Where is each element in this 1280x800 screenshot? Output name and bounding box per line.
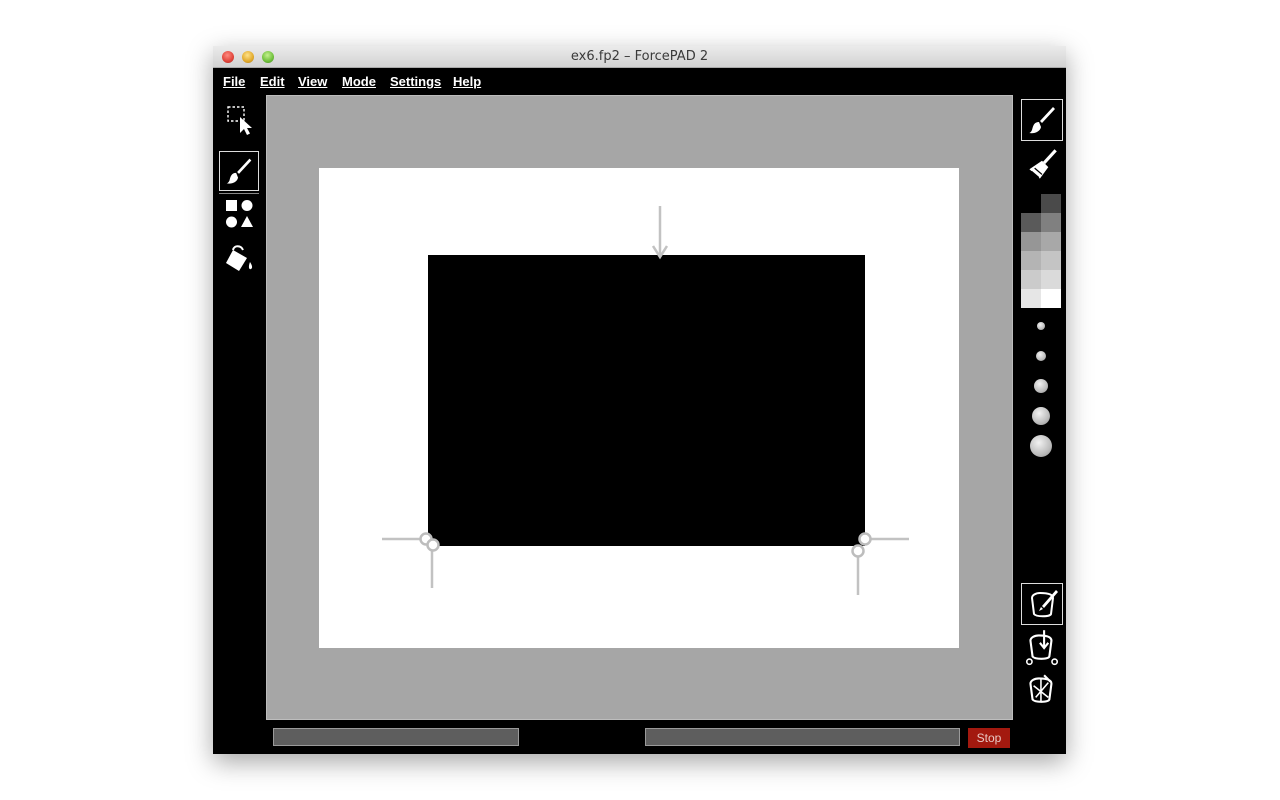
color-swatch[interactable] [1041,194,1061,213]
color-swatch[interactable] [1041,289,1061,308]
constraint-mode-icon [1025,630,1059,666]
brush-size-5[interactable] [1030,435,1052,457]
menu-mode[interactable]: Mode [342,74,376,89]
shapes-icon [226,200,253,228]
color-swatch[interactable] [1021,232,1041,251]
menu-help[interactable]: Help [453,74,481,89]
eraser-tool[interactable] [1021,144,1063,186]
design-mode-button[interactable] [1021,583,1063,625]
fill-tool[interactable] [219,238,259,278]
color-swatch[interactable] [1041,213,1061,232]
left-toolbar [213,94,265,724]
force-arrow[interactable] [651,206,669,260]
constraint-mode-button[interactable] [1021,626,1063,668]
brush-tool[interactable] [219,151,259,191]
status-field-left [273,728,519,746]
color-swatch[interactable] [1021,213,1041,232]
select-tool[interactable] [219,99,259,139]
window-title: ex6.fp2 – ForcePAD 2 [570,49,709,64]
color-swatch[interactable] [1041,232,1061,251]
paint-bucket-icon [226,245,253,271]
support-constraint-right[interactable] [851,532,910,596]
menu-settings[interactable]: Settings [390,74,441,89]
broom-icon [1029,149,1057,179]
color-swatch[interactable] [1021,289,1041,308]
brush-size-1[interactable] [1037,322,1045,330]
right-brush-tool[interactable] [1021,99,1063,141]
status-bar: Stop [213,724,1066,754]
color-palette [1021,194,1061,308]
brush-size-2[interactable] [1036,351,1046,361]
brush-size-3[interactable] [1034,379,1048,393]
canvas-area[interactable] [266,95,1013,720]
drawing-svg [382,206,910,596]
shapes-tool[interactable] [219,194,259,234]
app-window: ex6.fp2 – ForcePAD 2 File Edit View Mode… [213,46,1066,754]
menu-edit[interactable]: Edit [260,74,285,89]
black-rectangle-shape[interactable] [428,255,865,546]
brush-size-4[interactable] [1032,407,1050,425]
color-swatch[interactable] [1041,270,1061,289]
title-bar: ex6.fp2 – ForcePAD 2 [213,46,1066,68]
brush-icon [226,158,252,184]
color-swatch[interactable] [1021,194,1041,213]
analysis-mode-icon [1029,674,1053,703]
color-swatch[interactable] [1021,270,1041,289]
menu-view[interactable]: View [298,74,327,89]
right-toolbar [1019,94,1066,724]
design-mode-icon [1030,590,1058,618]
color-swatch[interactable] [1041,251,1061,270]
stop-button[interactable]: Stop [968,728,1010,748]
menu-file[interactable]: File [223,74,245,89]
drawing-paper[interactable] [319,168,959,648]
support-constraint-left[interactable] [382,532,440,589]
analysis-mode-button[interactable] [1021,669,1063,711]
menu-bar: File Edit View Mode Settings Help [213,68,1066,94]
progress-field [645,728,960,746]
brush-icon [1029,107,1055,134]
color-swatch[interactable] [1021,251,1041,270]
select-icon [227,106,252,135]
